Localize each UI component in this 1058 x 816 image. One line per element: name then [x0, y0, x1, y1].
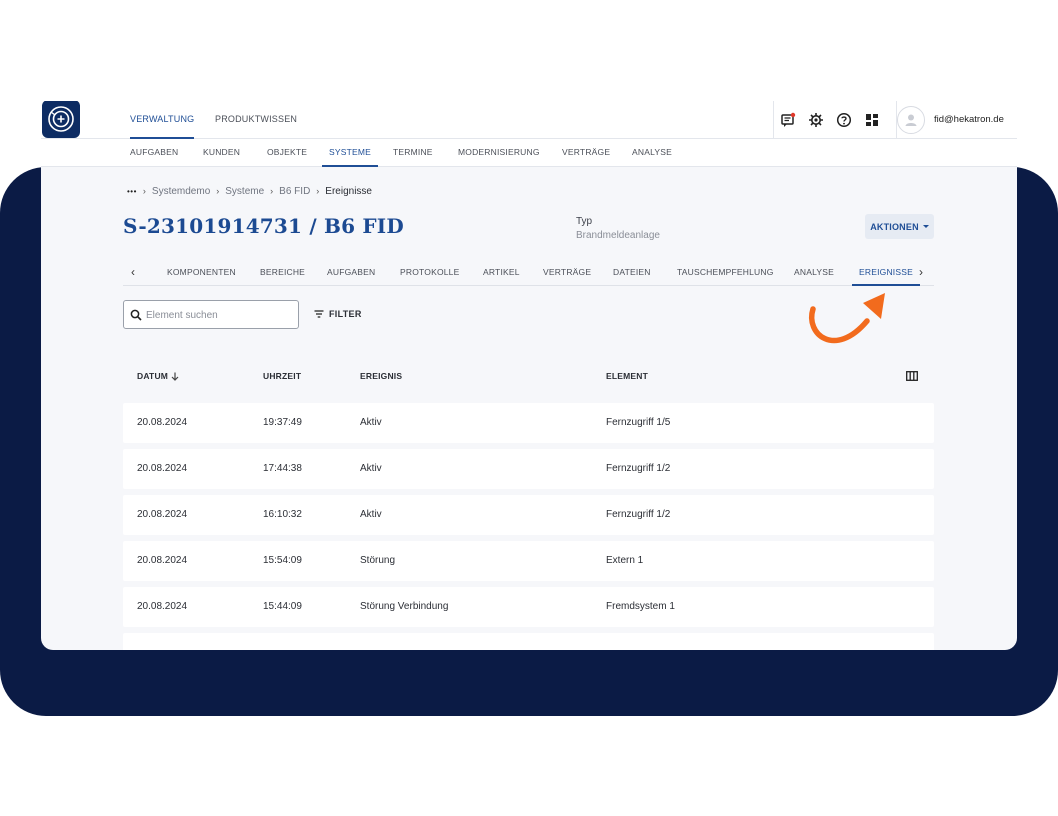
cell-element: Fernzugriff 1/2 — [606, 463, 671, 474]
caret-down-icon — [922, 225, 929, 228]
tab-vertraege[interactable]: VERTRÄGE — [543, 260, 591, 286]
cell-ereignis: Aktiv — [360, 509, 382, 520]
cell-uhrzeit: 15:44:09 — [263, 601, 302, 612]
gear-icon[interactable] — [808, 112, 824, 128]
cell-element: Fernzugriff 1/2 — [606, 509, 671, 520]
search-box — [123, 300, 299, 329]
chevron-left-icon[interactable]: ‹ — [131, 266, 141, 278]
cell-ereignis: Störung Verbindung — [360, 601, 449, 612]
section-navigation: AUFGABEN KUNDEN OBJEKTE SYSTEME TERMINE … — [41, 139, 1017, 167]
user-menu[interactable]: fid@hekatron.de — [896, 101, 1017, 139]
breadcrumb-ellipsis[interactable]: ••• — [127, 187, 137, 196]
breadcrumb-item[interactable]: Systemdemo — [152, 186, 210, 197]
actions-label: AKTIONEN — [870, 221, 919, 232]
cell-ereignis: Störung — [360, 555, 396, 566]
tab-ereignisse[interactable]: EREIGNISSE — [852, 260, 920, 286]
cell-datum: 20.08.2024 — [137, 417, 188, 428]
app-logo[interactable] — [42, 101, 80, 138]
chevron-right-icon[interactable]: › — [919, 266, 929, 278]
table-row[interactable]: 20.08.2024 16:10:32 Aktiv Fernzugriff 1/… — [123, 495, 934, 535]
column-header-datum[interactable]: DATUM — [137, 371, 179, 381]
tab-komponenten[interactable]: KOMPONENTEN — [167, 260, 236, 286]
table-row[interactable]: 20.08.2024 15:54:09 Störung Extern 1 — [123, 541, 934, 581]
avatar[interactable] — [897, 106, 925, 134]
chevron-right-icon: › — [270, 186, 274, 196]
columns-icon[interactable] — [906, 371, 918, 381]
tab-analyse[interactable]: ANALYSE — [794, 260, 834, 286]
cell-uhrzeit: 16:10:32 — [263, 509, 302, 520]
filter-icon — [314, 310, 324, 318]
subnav-aufgaben[interactable]: AUFGABEN — [130, 139, 178, 167]
arrow-down-icon — [171, 372, 179, 381]
detail-tab-bar: ‹ KOMPONENTEN BEREICHE AUFGABEN PROTOKOL… — [123, 260, 934, 286]
cell-element: Extern 1 — [606, 555, 644, 566]
subnav-systeme[interactable]: SYSTEME — [322, 139, 379, 167]
table-row[interactable]: 20.08.2024 17:44:38 Aktiv Fernzugriff 1/… — [123, 449, 934, 489]
page-title: S-23101914731 / B6 FID — [123, 214, 404, 238]
breadcrumb: ••• › Systemdemo › Systeme › B6 FID › Er… — [127, 184, 372, 198]
apps-grid-icon[interactable] — [864, 112, 880, 128]
annotation-arrow-icon — [808, 293, 885, 344]
filter-label: FILTER — [329, 309, 362, 319]
typ-value: Brandmeldeanlage — [576, 230, 660, 241]
cell-datum: 20.08.2024 — [137, 601, 188, 612]
column-header-uhrzeit[interactable]: UHRZEIT — [263, 371, 301, 381]
notification-icon[interactable] — [780, 112, 796, 128]
app-window: VERWALTUNG PRODUKTWISSEN fid@hekatron.de… — [41, 101, 1017, 650]
breadcrumb-current: Ereignisse — [325, 185, 372, 197]
subnav-termine[interactable]: TERMINE — [393, 139, 433, 167]
cell-element: Fremdsystem 1 — [606, 601, 675, 612]
actions-dropdown-button[interactable]: AKTIONEN — [865, 214, 934, 239]
cell-uhrzeit: 15:54:09 — [263, 555, 302, 566]
column-header-element[interactable]: ELEMENT — [606, 371, 648, 381]
tab-verwaltung[interactable]: VERWALTUNG — [130, 101, 195, 139]
table-header: DATUM UHRZEIT EREIGNIS ELEMENT — [123, 367, 934, 387]
cell-datum: 20.08.2024 — [137, 555, 188, 566]
cell-datum: 20.08.2024 — [137, 463, 188, 474]
breadcrumb-item[interactable]: Systeme — [225, 186, 264, 197]
tab-dateien[interactable]: DATEIEN — [613, 260, 651, 286]
search-input[interactable] — [146, 307, 291, 323]
table-row[interactable]: 20.08.2024 15:44:09 Störung Verbindung F… — [123, 587, 934, 627]
top-navigation-bar: VERWALTUNG PRODUKTWISSEN fid@hekatron.de — [41, 101, 1017, 139]
user-icon — [905, 114, 917, 126]
column-header-label: DATUM — [137, 371, 169, 381]
subnav-analyse[interactable]: ANALYSE — [632, 139, 672, 167]
chevron-right-icon: › — [316, 186, 320, 196]
help-icon[interactable] — [836, 112, 852, 128]
cell-datum: 20.08.2024 — [137, 509, 188, 520]
top-right-toolbar: fid@hekatron.de — [773, 101, 1017, 139]
cell-ereignis: Aktiv — [360, 417, 382, 428]
tab-produktwissen[interactable]: PRODUKTWISSEN — [215, 101, 297, 139]
tab-artikel[interactable]: ARTIKEL — [483, 260, 520, 286]
user-email[interactable]: fid@hekatron.de — [934, 101, 1004, 139]
subnav-modernisierung[interactable]: MODERNISIERUNG — [458, 139, 540, 167]
cell-uhrzeit: 17:44:38 — [263, 463, 302, 474]
logo-icon — [48, 106, 74, 132]
tab-protokolle[interactable]: PROTOKOLLE — [400, 260, 459, 286]
table-row-partial[interactable] — [123, 633, 934, 650]
subnav-kunden[interactable]: KUNDEN — [203, 139, 240, 167]
tab-bereiche[interactable]: BEREICHE — [260, 260, 305, 286]
tab-tauschempfehlung[interactable]: TAUSCHEMPFEHLUNG — [677, 260, 774, 286]
tab-aufgaben[interactable]: AUFGABEN — [327, 260, 375, 286]
chevron-right-icon: › — [216, 186, 220, 196]
typ-label: Typ — [576, 216, 593, 227]
column-header-ereignis[interactable]: EREIGNIS — [360, 371, 402, 381]
cell-ereignis: Aktiv — [360, 463, 382, 474]
table-row[interactable]: 20.08.2024 19:37:49 Aktiv Fernzugriff 1/… — [123, 403, 934, 443]
subnav-vertraege[interactable]: VERTRÄGE — [562, 139, 610, 167]
search-icon — [130, 309, 142, 321]
cell-uhrzeit: 19:37:49 — [263, 417, 302, 428]
filter-button[interactable]: FILTER — [314, 307, 362, 321]
chevron-right-icon: › — [142, 186, 146, 196]
subnav-objekte[interactable]: OBJEKTE — [267, 139, 307, 167]
breadcrumb-item[interactable]: B6 FID — [279, 186, 310, 197]
cell-element: Fernzugriff 1/5 — [606, 417, 671, 428]
